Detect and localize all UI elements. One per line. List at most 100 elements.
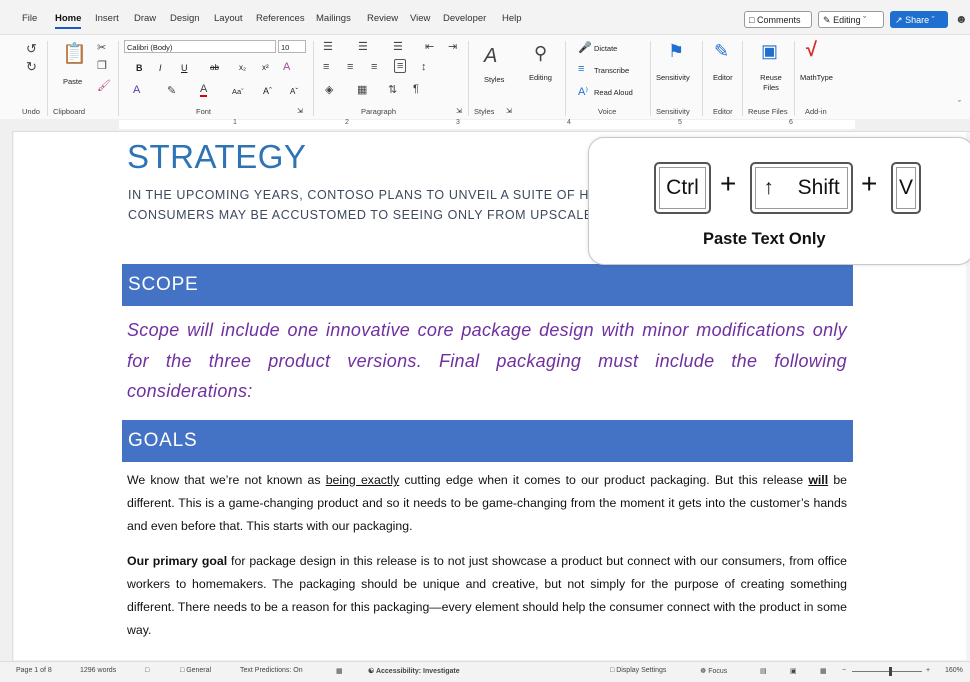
paste-icon[interactable]: 📋 bbox=[62, 41, 87, 66]
focus-button[interactable]: ☸ Focus bbox=[700, 667, 727, 675]
bold-button[interactable]: B bbox=[136, 63, 143, 73]
superscript-button[interactable]: x² bbox=[262, 63, 269, 72]
text-effects-icon[interactable]: A bbox=[283, 61, 290, 73]
comments-button[interactable]: □ Comments bbox=[744, 11, 812, 28]
decrease-indent-icon[interactable]: ⇤ bbox=[425, 40, 434, 53]
editor-icon[interactable]: ✎ bbox=[714, 41, 729, 62]
reuse-files-icon[interactable]: ▣ bbox=[761, 41, 778, 62]
borders-icon[interactable]: ▦ bbox=[357, 83, 367, 96]
align-right-icon[interactable]: ≡ bbox=[371, 61, 377, 73]
styles-dialog-launcher[interactable]: ⇲ bbox=[506, 107, 512, 115]
transcribe-button[interactable]: Transcribe bbox=[594, 66, 629, 75]
subscript-button[interactable]: x₂ bbox=[239, 63, 246, 72]
paste-button-label[interactable]: Paste bbox=[63, 77, 82, 86]
microphone-icon[interactable]: 🎤 bbox=[578, 41, 592, 54]
editor-button-label[interactable]: Editor bbox=[713, 73, 733, 82]
numbering-icon[interactable]: ☰ bbox=[358, 40, 368, 53]
dictate-button[interactable]: Dictate bbox=[594, 44, 617, 53]
shrink-font-button[interactable]: Aˇ bbox=[290, 87, 298, 96]
person-icon[interactable]: ☻ bbox=[955, 12, 968, 26]
strikethrough-button[interactable]: ab bbox=[210, 63, 219, 72]
tab-design[interactable]: Design bbox=[170, 13, 200, 24]
font-name-combo[interactable]: Calibri (Body) bbox=[124, 40, 276, 53]
styles-button-label[interactable]: Styles bbox=[484, 75, 504, 84]
page-count[interactable]: Page 1 of 8 bbox=[16, 667, 52, 674]
increase-indent-icon[interactable]: ⇥ bbox=[448, 40, 457, 53]
ruler-page-area bbox=[119, 120, 855, 129]
tab-layout[interactable]: Layout bbox=[214, 13, 243, 24]
up-arrow-icon: ↑ bbox=[763, 176, 774, 199]
web-layout-icon[interactable]: ▦ bbox=[820, 667, 827, 675]
reuse-files-button-label[interactable]: Reuse Files bbox=[755, 73, 787, 93]
paragraph-dialog-launcher[interactable]: ⇲ bbox=[456, 107, 462, 115]
justify-icon[interactable]: ≡ bbox=[394, 59, 407, 73]
multilevel-list-icon[interactable]: ☰ bbox=[393, 40, 403, 53]
text-predictions-status[interactable]: Text Predictions: On bbox=[240, 667, 303, 674]
underline-button[interactable]: U bbox=[181, 63, 188, 73]
share-button[interactable]: ↗ Share ˇ bbox=[890, 11, 948, 28]
mathtype-icon[interactable]: √ bbox=[806, 39, 817, 62]
mathtype-button-label[interactable]: MathType bbox=[800, 73, 833, 82]
word-count[interactable]: 1296 words bbox=[80, 667, 116, 674]
zoom-slider[interactable] bbox=[852, 671, 922, 672]
align-left-icon[interactable]: ≡ bbox=[323, 61, 329, 73]
redo-icon[interactable]: ↻ bbox=[26, 59, 37, 75]
read-mode-icon[interactable]: ▤ bbox=[760, 667, 767, 675]
accessibility-status[interactable]: ☯ Accessibility: Investigate bbox=[368, 667, 460, 675]
highlighter-icon[interactable]: ✎ bbox=[167, 84, 176, 97]
format-painter-icon[interactable]: 🖌 bbox=[97, 79, 111, 92]
vertical-ruler[interactable] bbox=[0, 131, 13, 661]
sensitivity-button-label[interactable]: Sensitivity bbox=[656, 73, 690, 82]
voice-group-label: Voice bbox=[598, 107, 617, 116]
sensitivity-icon[interactable]: ⚑ bbox=[668, 41, 684, 62]
ruler-number: 2 bbox=[345, 119, 349, 126]
display-settings-button[interactable]: □ Display Settings bbox=[610, 667, 666, 674]
show-formatting-icon[interactable]: ¶ bbox=[413, 83, 419, 95]
zoom-level[interactable]: 160% bbox=[945, 667, 963, 674]
line-spacing-icon[interactable]: ↕ bbox=[421, 61, 427, 73]
styles-icon[interactable]: A bbox=[484, 45, 497, 68]
cut-icon[interactable]: ✂ bbox=[97, 41, 106, 54]
editing-mode-button[interactable]: ✎ Editing ˇ bbox=[818, 11, 884, 28]
tab-insert[interactable]: Insert bbox=[95, 13, 119, 24]
zoom-out-button[interactable]: − bbox=[842, 667, 846, 674]
proofing-icon[interactable]: □ bbox=[145, 667, 149, 674]
change-case-button[interactable]: Aaˇ bbox=[232, 87, 244, 96]
font-dialog-launcher[interactable]: ⇲ bbox=[297, 107, 303, 115]
tab-file[interactable]: File bbox=[22, 13, 37, 24]
text-effects-color-icon[interactable]: A bbox=[133, 84, 140, 96]
italic-button[interactable]: I bbox=[159, 63, 162, 73]
track-changes-icon[interactable]: ▦ bbox=[336, 667, 343, 675]
tab-draw[interactable]: Draw bbox=[134, 13, 156, 24]
tab-mailings[interactable]: Mailings bbox=[316, 13, 351, 24]
search-icon[interactable]: ⚲ bbox=[534, 43, 547, 64]
tab-help[interactable]: Help bbox=[502, 13, 522, 24]
zoom-slider-thumb[interactable] bbox=[889, 667, 892, 676]
tab-developer[interactable]: Developer bbox=[443, 13, 486, 24]
editing-button-label[interactable]: Editing bbox=[529, 73, 552, 82]
ribbon-collapse-icon[interactable]: ˇ bbox=[958, 99, 961, 109]
copy-icon[interactable]: ❐ bbox=[97, 59, 107, 72]
bullets-icon[interactable]: ☰ bbox=[323, 40, 333, 53]
read-aloud-button[interactable]: Read Aloud bbox=[594, 88, 633, 97]
print-layout-icon[interactable]: ▣ bbox=[790, 667, 797, 675]
font-color-icon[interactable]: A bbox=[200, 83, 208, 97]
undo-icon[interactable]: ↺ bbox=[26, 41, 37, 57]
addin-group-label: Add-in bbox=[805, 107, 827, 116]
sort-icon[interactable]: ⇅ bbox=[388, 83, 397, 96]
sensitivity-status[interactable]: □ General bbox=[180, 667, 211, 674]
zoom-in-button[interactable]: + bbox=[926, 667, 930, 674]
tab-home[interactable]: Home bbox=[55, 13, 82, 29]
transcribe-icon[interactable]: ≡ bbox=[578, 63, 584, 75]
ruler-number: 3 bbox=[456, 119, 460, 126]
shading-icon[interactable]: ◈ bbox=[325, 83, 333, 96]
chevron-down-icon: ˇ bbox=[863, 15, 867, 25]
align-center-icon[interactable]: ≡ bbox=[347, 61, 353, 73]
font-size-combo[interactable]: 10 bbox=[278, 40, 306, 53]
tab-review[interactable]: Review bbox=[367, 13, 398, 24]
read-aloud-icon[interactable]: A⁾ bbox=[578, 85, 588, 98]
grow-font-button[interactable]: Aˆ bbox=[263, 86, 272, 96]
tab-view[interactable]: View bbox=[410, 13, 430, 24]
horizontal-ruler[interactable]: 1 2 3 4 5 6 bbox=[0, 119, 970, 132]
tab-references[interactable]: References bbox=[256, 13, 305, 24]
